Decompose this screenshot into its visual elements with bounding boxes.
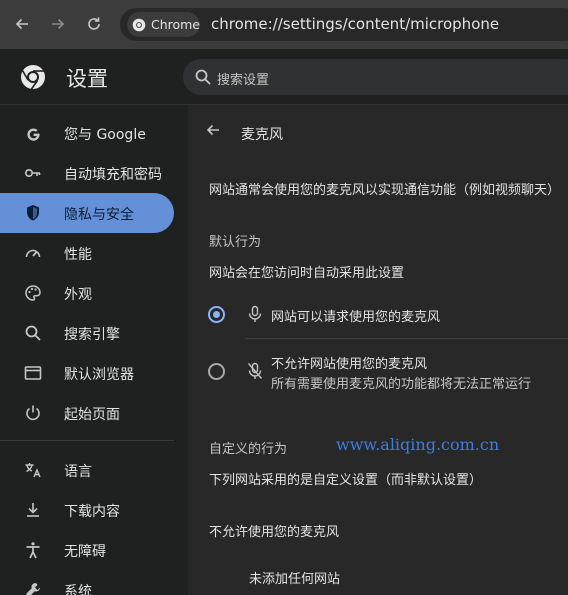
sidebar-item-autofill[interactable]: 自动填充和密码 xyxy=(0,153,174,193)
radio-allow-request[interactable] xyxy=(208,306,225,323)
browser-window-icon xyxy=(24,364,42,382)
option-title: 不允许网站使用您的麦克风 xyxy=(271,357,428,372)
custom-behavior-subheading: 下列网站采用的是自定义设置（而非默认设置） xyxy=(209,473,483,488)
search-icon xyxy=(24,324,42,342)
sidebar-item-default-browser[interactable]: 默认浏览器 xyxy=(0,353,174,393)
radio-block[interactable] xyxy=(208,363,225,380)
microphone-settings-panel: 麦克风 网站通常会使用您的麦克风以实现通信功能（例如视频聊天） 默认行为 网站会… xyxy=(188,105,568,595)
sidebar-item-system[interactable]: 系统 xyxy=(0,570,174,595)
option-divider xyxy=(245,338,568,339)
page-title: 设置 xyxy=(66,67,108,91)
blocked-sites-heading: 不允许使用您的麦克风 xyxy=(209,525,340,540)
option-title: 网站可以请求使用您的麦克风 xyxy=(271,310,441,325)
default-behavior-subheading: 网站会在您访问时自动采用此设置 xyxy=(209,266,405,281)
custom-behavior-heading: 自定义的行为 xyxy=(209,442,288,457)
back-button[interactable] xyxy=(205,122,221,143)
sidebar-item-downloads[interactable]: 下载内容 xyxy=(0,490,174,530)
sidebar-item-label: 隐私与安全 xyxy=(64,207,134,223)
chrome-logo-icon xyxy=(132,18,146,31)
watermark-text: www.aliqing.com.cn xyxy=(336,435,500,454)
section-description: 网站通常会使用您的麦克风以实现通信功能（例如视频聊天） xyxy=(209,183,561,198)
site-info-chip[interactable]: Chrome xyxy=(127,12,200,37)
palette-icon xyxy=(24,284,42,302)
power-icon xyxy=(24,404,42,422)
sidebar-item-accessibility[interactable]: 无障碍 xyxy=(0,530,174,570)
search-placeholder: 搜索设置 xyxy=(217,73,270,88)
sidebar-item-label: 您与 Google xyxy=(64,127,146,143)
sidebar-item-languages[interactable]: 语言 xyxy=(0,450,174,490)
sidebar-item-search-engine[interactable]: 搜索引擎 xyxy=(0,313,174,353)
search-input[interactable]: 搜索设置 xyxy=(183,59,568,95)
google-icon xyxy=(24,124,42,142)
download-icon xyxy=(24,501,42,519)
arrow-left-icon[interactable] xyxy=(8,10,36,38)
sidebar-divider xyxy=(0,440,174,441)
chrome-logo-icon xyxy=(21,65,45,90)
sidebar-item-appearance[interactable]: 外观 xyxy=(0,273,174,313)
speedometer-icon xyxy=(24,244,42,262)
address-bar[interactable]: Chrome chrome://settings/content/microph… xyxy=(120,8,568,41)
sidebar-item-label: 搜索引擎 xyxy=(64,327,120,343)
microphone-icon xyxy=(248,305,262,322)
sidebar-item-label: 无障碍 xyxy=(64,544,106,560)
site-chip-label: Chrome xyxy=(150,17,200,32)
sidebar-item-label: 默认浏览器 xyxy=(64,367,134,383)
wrench-icon xyxy=(24,581,42,595)
translate-icon xyxy=(24,461,42,479)
sidebar-item-performance[interactable]: 性能 xyxy=(0,233,174,273)
sidebar-item-label: 起始页面 xyxy=(64,407,120,423)
sidebar-item-label: 外观 xyxy=(64,287,92,303)
empty-list-message: 未添加任何网站 xyxy=(249,572,341,587)
sidebar-item-privacy[interactable]: 隐私与安全 xyxy=(0,193,174,233)
browser-toolbar: Chrome chrome://settings/content/microph… xyxy=(0,0,568,49)
sidebar: 您与 Google 自动填充和密码 隐私与安全 性能 外观 搜索引擎 默认浏览器… xyxy=(0,105,188,595)
sidebar-item-label: 下载内容 xyxy=(64,504,120,520)
settings-header: 设置 搜索设置 xyxy=(0,49,568,105)
section-title: 麦克风 xyxy=(241,127,283,143)
search-icon xyxy=(195,69,211,85)
sidebar-item-label: 自动填充和密码 xyxy=(64,167,162,183)
url-text[interactable]: chrome://settings/content/microphone xyxy=(211,15,499,33)
sidebar-item-google[interactable]: 您与 Google xyxy=(0,113,174,153)
option-subtitle: 所有需要使用麦克风的功能都将无法正常运行 xyxy=(271,377,532,392)
microphone-off-icon xyxy=(247,362,263,379)
accessibility-icon xyxy=(24,541,42,559)
default-behavior-heading: 默认行为 xyxy=(209,235,262,250)
arrow-right-icon[interactable] xyxy=(44,10,72,38)
key-icon xyxy=(24,164,42,182)
shield-icon xyxy=(24,204,42,222)
reload-icon[interactable] xyxy=(80,10,108,38)
sidebar-item-startup[interactable]: 起始页面 xyxy=(0,393,174,433)
sidebar-item-label: 性能 xyxy=(64,247,92,263)
arrow-left-icon xyxy=(206,124,219,136)
sidebar-item-label: 语言 xyxy=(64,464,92,480)
sidebar-item-label: 系统 xyxy=(64,584,92,595)
